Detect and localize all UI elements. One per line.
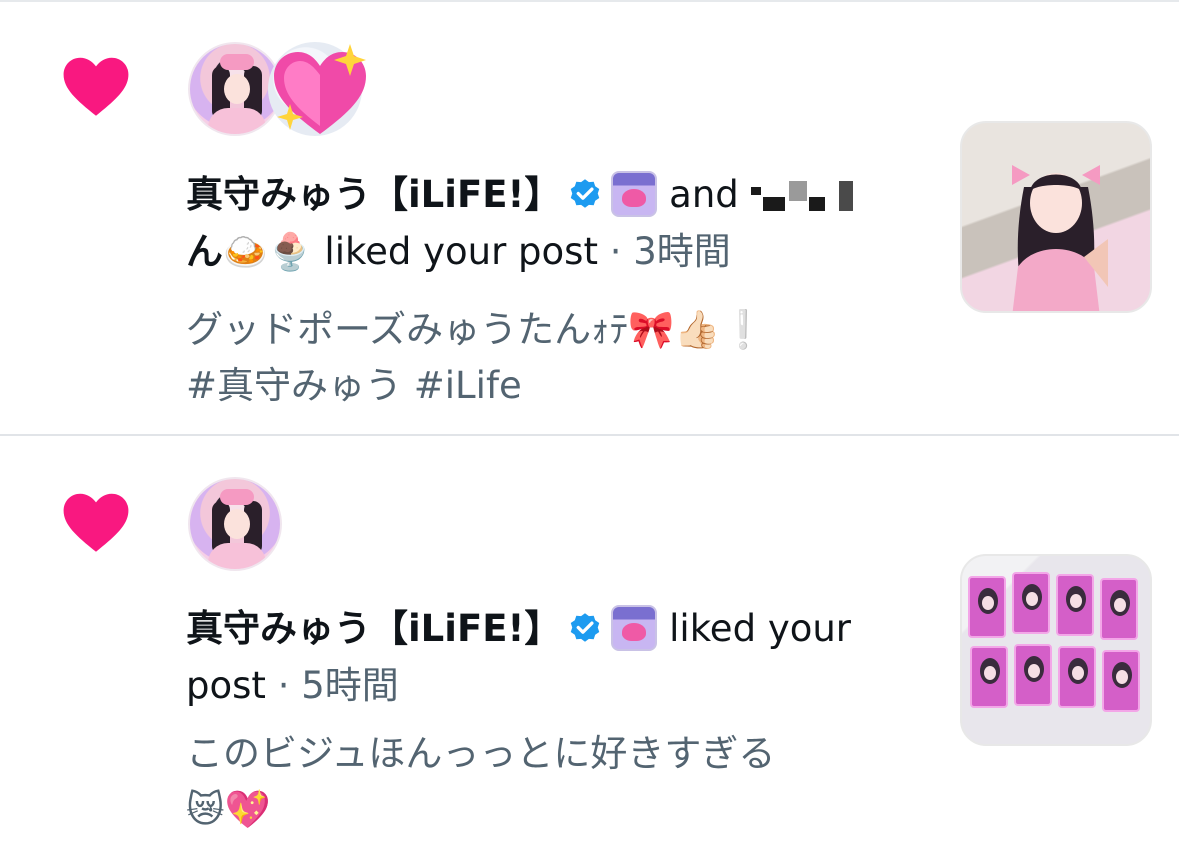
- second-user-emojis: 🍛🍨: [223, 232, 313, 273]
- heart-icon: [63, 493, 129, 552]
- post-preview-text[interactable]: グッドポーズみゅうたんｫﾃ🎀👍🏻❕ #真守みゅう #iLife: [186, 302, 906, 414]
- notification-headline: 真守みゅう【iLiFE!】 liked your post · 5時間: [186, 600, 906, 714]
- heart-icon: [63, 57, 129, 116]
- user-name[interactable]: 真守みゅう【iLiFE!】: [186, 173, 561, 216]
- second-user-name[interactable]: ん: [186, 230, 223, 273]
- post-text-line1: グッドポーズみゅうたんｫﾃ🎀👍🏻❕: [186, 308, 767, 351]
- timestamp: 3時間: [633, 230, 731, 273]
- notification-item[interactable]: 真守みゅう【iLiFE!】 liked your post · 5時間 このビジ…: [0, 436, 1179, 866]
- action-text: liked your post: [324, 230, 598, 273]
- thumbnail-image: [1012, 165, 1108, 311]
- connector-text: and: [669, 173, 739, 216]
- post-text-line2: 😿💖: [186, 788, 271, 831]
- post-thumbnail[interactable]: [960, 121, 1152, 313]
- action-text-continued: post: [186, 664, 266, 707]
- user-avatar[interactable]: [188, 477, 282, 571]
- notification-item[interactable]: 真守みゅう【iLiFE!】 and ん🍛🍨 liked your post · …: [0, 0, 1179, 434]
- second-user-avatar[interactable]: [268, 42, 366, 136]
- sparkling-heart-icon: [274, 44, 366, 134]
- user-name[interactable]: 真守みゅう【iLiFE!】: [186, 607, 561, 650]
- notification-headline: 真守みゅう【iLiFE!】 and ん🍛🍨 liked your post · …: [186, 166, 906, 281]
- post-text-line2: #真守みゅう #iLife: [186, 364, 522, 407]
- verified-badge-icon: [571, 613, 600, 642]
- redacted-name: [750, 173, 853, 216]
- separator-dot: ·: [609, 230, 622, 273]
- action-text: liked your: [669, 607, 852, 650]
- separator-dot: ·: [277, 664, 290, 707]
- post-preview-text[interactable]: このビジュほんっっとに好きすぎる 😿💖: [186, 726, 906, 838]
- thumbnail-image: [968, 572, 1148, 726]
- post-text-line1: このビジュほんっっとに好きすぎる: [186, 732, 776, 775]
- affiliate-badge-icon: [611, 605, 658, 651]
- affiliate-badge-icon: [611, 171, 658, 217]
- verified-badge-icon: [571, 179, 600, 208]
- timestamp: 5時間: [301, 664, 399, 707]
- post-thumbnail[interactable]: [960, 554, 1152, 746]
